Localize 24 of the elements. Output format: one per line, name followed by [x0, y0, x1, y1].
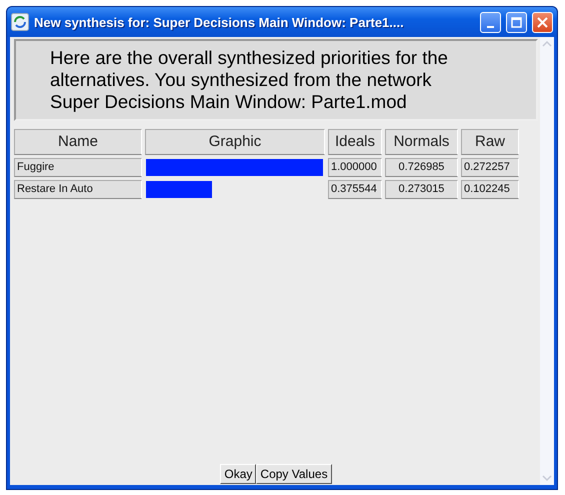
copy-values-button[interactable]: Copy Values	[256, 464, 332, 484]
message-text: Here are the overall synthesized priorities for the alternatives. You synthesized from the network Super Decisions Main Window: Parte1.mod	[14, 39, 538, 121]
maximize-icon	[511, 16, 522, 28]
name-cell: Fuggire	[14, 158, 142, 177]
minimize-icon	[487, 26, 494, 28]
close-button[interactable]	[532, 12, 553, 32]
column-header: Graphic	[145, 129, 325, 155]
table-cell: 0.272257	[461, 158, 519, 177]
table-cell: 0.375544	[328, 180, 382, 199]
app-icon	[11, 13, 29, 31]
name-cell: Restare In Auto	[14, 180, 142, 199]
table-cell: 0.273015	[385, 180, 458, 199]
column-header: Name	[14, 129, 142, 155]
close-icon	[537, 16, 548, 28]
table-cell: 1.000000	[328, 158, 382, 177]
column-header: Normals	[385, 129, 458, 155]
table-cell: 0.102245	[461, 180, 519, 199]
table-cell: 0.726985	[385, 158, 458, 177]
minimize-button[interactable]	[480, 12, 501, 32]
column-header: Raw	[461, 129, 519, 155]
okay-button[interactable]: Okay	[220, 464, 256, 484]
column-header: Ideals	[328, 129, 382, 155]
window-title: New synthesis for: Super Decisions Main Window: Parte1....	[34, 14, 405, 30]
maximize-button[interactable]	[506, 12, 527, 32]
